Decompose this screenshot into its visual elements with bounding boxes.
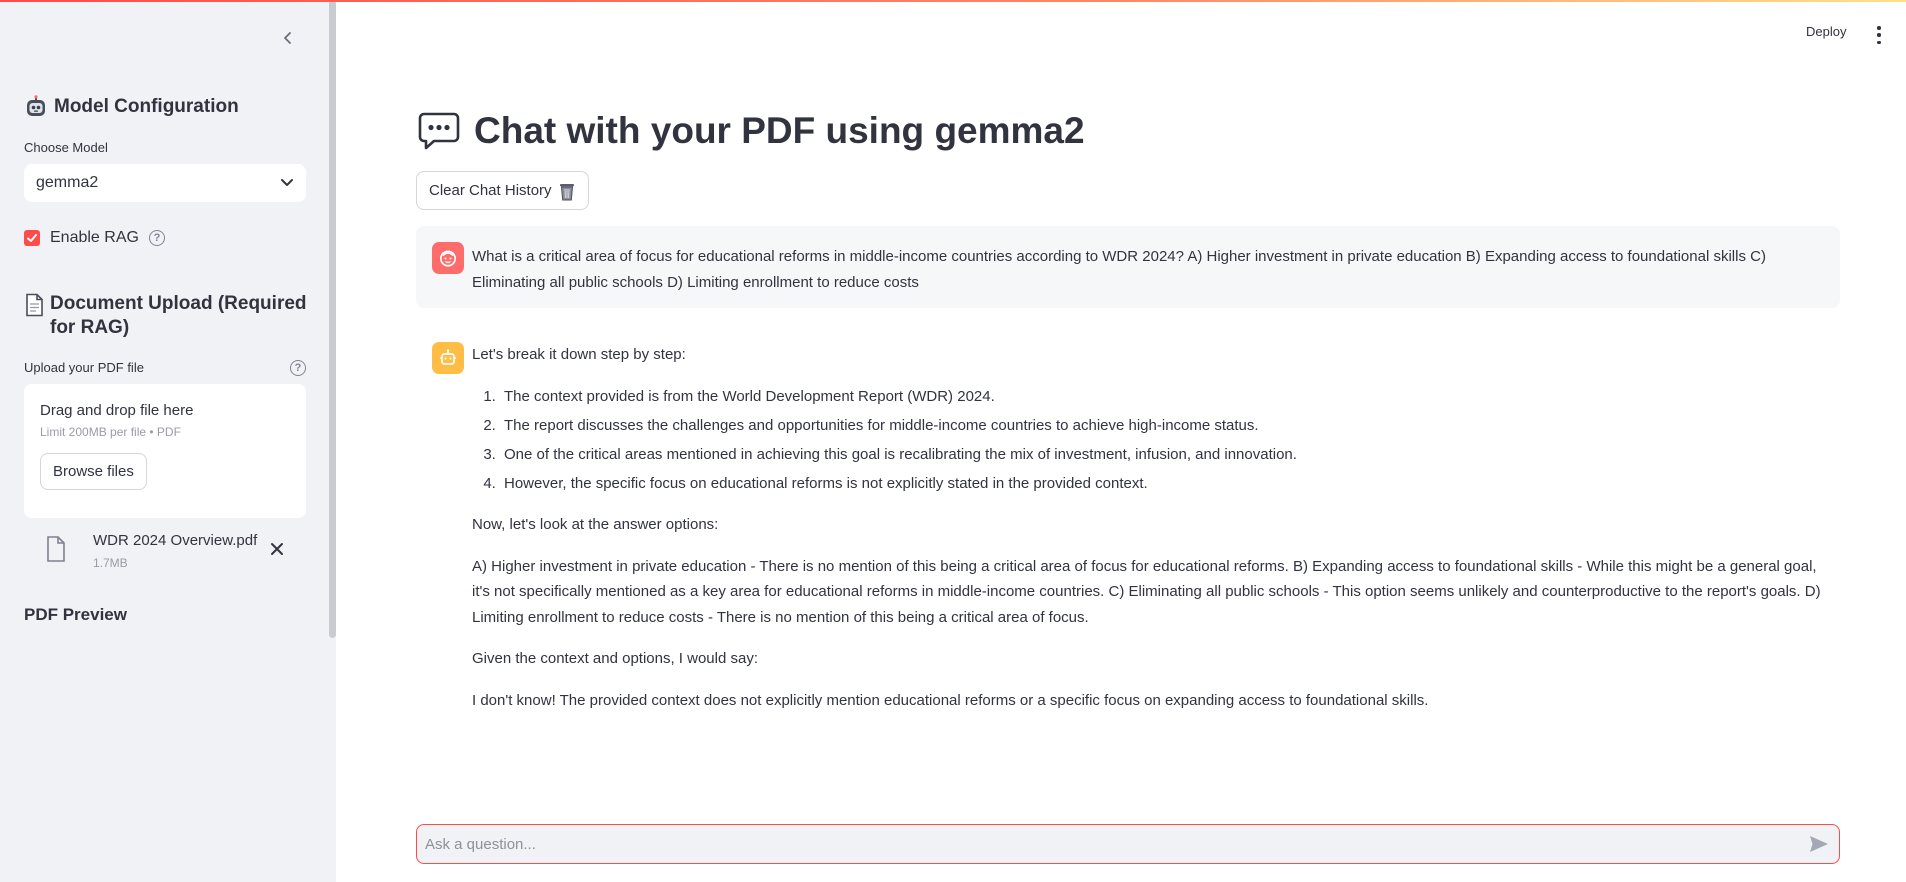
user-message: What is a critical area of focus for edu… (416, 226, 1840, 308)
checkmark-icon (27, 234, 37, 242)
close-icon[interactable] (270, 542, 284, 556)
deploy-button[interactable]: Deploy (1806, 24, 1846, 39)
clear-chat-history-button[interactable]: Clear Chat History (416, 171, 589, 210)
send-icon (1810, 836, 1828, 852)
page-title: Chat with your PDF using gemma2 (418, 110, 1085, 152)
chat-input-container (416, 824, 1840, 864)
menu-dot (1877, 26, 1881, 30)
user-face-icon (439, 250, 457, 267)
pdf-preview-heading: PDF Preview (24, 605, 127, 624)
user-avatar (432, 242, 464, 274)
send-button[interactable] (1807, 832, 1831, 856)
file-size: 1.7MB (93, 556, 128, 570)
assistant-paragraph: Given the context and options, I would s… (472, 650, 759, 667)
clear-chat-history-label: Clear Chat History (429, 182, 552, 199)
chevron-down-icon (281, 179, 293, 186)
page-icon (26, 293, 43, 317)
enable-rag-checkbox[interactable] (24, 230, 40, 246)
collapse-sidebar-button[interactable] (278, 28, 298, 48)
chevron-left-icon (284, 32, 291, 44)
upload-label: Upload your PDF file (24, 360, 144, 375)
assistant-paragraph: I don't know! The provided context does … (472, 691, 1429, 709)
sidebar: Model Configuration Choose Model gemma2 … (0, 0, 336, 882)
page-title-text: Chat with your PDF using gemma2 (474, 110, 1085, 151)
uploaded-file: WDR 2024 Overview.pdf 1.7MB (44, 530, 298, 574)
sidebar-scrollbar[interactable] (329, 0, 336, 638)
file-name: WDR 2024 Overview.pdf (93, 532, 258, 549)
menu-dot (1877, 33, 1881, 37)
wastebasket-icon (559, 183, 574, 200)
enable-rag-label: Enable RAG (50, 229, 139, 246)
document-upload-heading: Document Upload (Required for RAG) (24, 292, 314, 340)
help-icon[interactable]: ? (148, 230, 165, 246)
list-item: The context provided is from the World D… (500, 384, 1832, 410)
assistant-paragraph: Now, let's look at the answer options: (472, 516, 719, 533)
dropzone-title: Drag and drop file here (40, 402, 194, 419)
dropzone-limit: Limit 200MB per file • PDF (40, 425, 181, 439)
enable-rag-row: Enable RAG ? (24, 229, 165, 247)
list-item: The report discusses the challenges and … (500, 413, 1832, 439)
top-decoration-bar (0, 0, 1906, 2)
model-select[interactable]: gemma2 (24, 164, 306, 202)
model-select-value: gemma2 (36, 174, 99, 191)
user-message-text: What is a critical area of focus for edu… (472, 248, 1766, 291)
file-icon (47, 536, 65, 562)
assistant-message: Let's break it down step by step: The co… (472, 342, 1832, 729)
model-config-heading: Model Configuration (24, 95, 239, 119)
robot-icon (440, 349, 456, 365)
file-dropzone[interactable]: Drag and drop file here Limit 200MB per … (24, 384, 306, 518)
browse-files-button[interactable]: Browse files (40, 453, 147, 490)
list-item: However, the specific focus on education… (500, 471, 1832, 497)
menu-dot (1877, 40, 1881, 44)
list-item: One of the critical areas mentioned in a… (500, 442, 1832, 468)
chat-input[interactable] (425, 835, 1807, 853)
main-menu-button[interactable] (1874, 26, 1884, 44)
assistant-paragraph: A) Higher investment in private educatio… (472, 557, 1821, 626)
document-upload-heading-text: Document Upload (Required for RAG) (50, 293, 307, 338)
choose-model-label: Choose Model (24, 140, 108, 155)
assistant-avatar (432, 342, 464, 374)
model-config-heading-text: Model Configuration (54, 96, 239, 117)
speech-bubble-icon (418, 112, 460, 150)
assistant-intro: Let's break it down step by step: (472, 346, 686, 363)
robot-face-icon (27, 95, 45, 116)
assistant-steps-list: The context provided is from the World D… (472, 384, 1832, 497)
upload-help-icon[interactable]: ? (290, 360, 306, 376)
